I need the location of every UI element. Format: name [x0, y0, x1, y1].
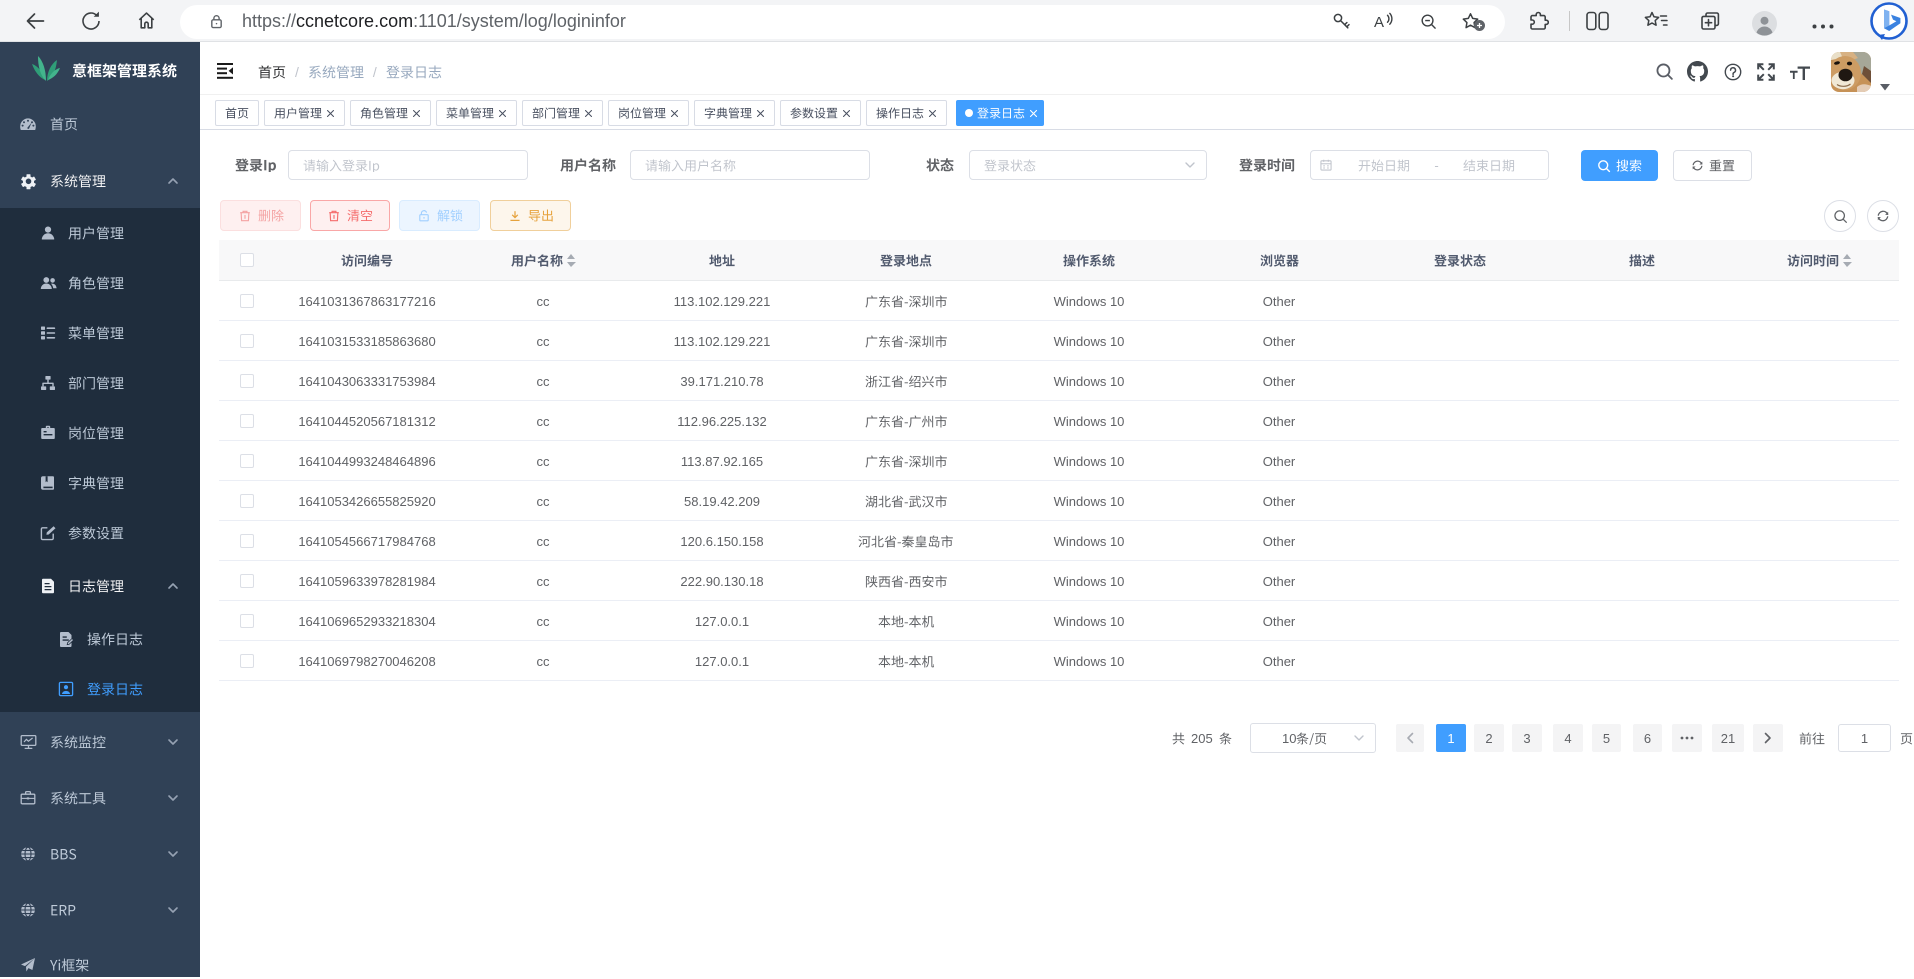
svg-text:A: A [1374, 14, 1384, 31]
